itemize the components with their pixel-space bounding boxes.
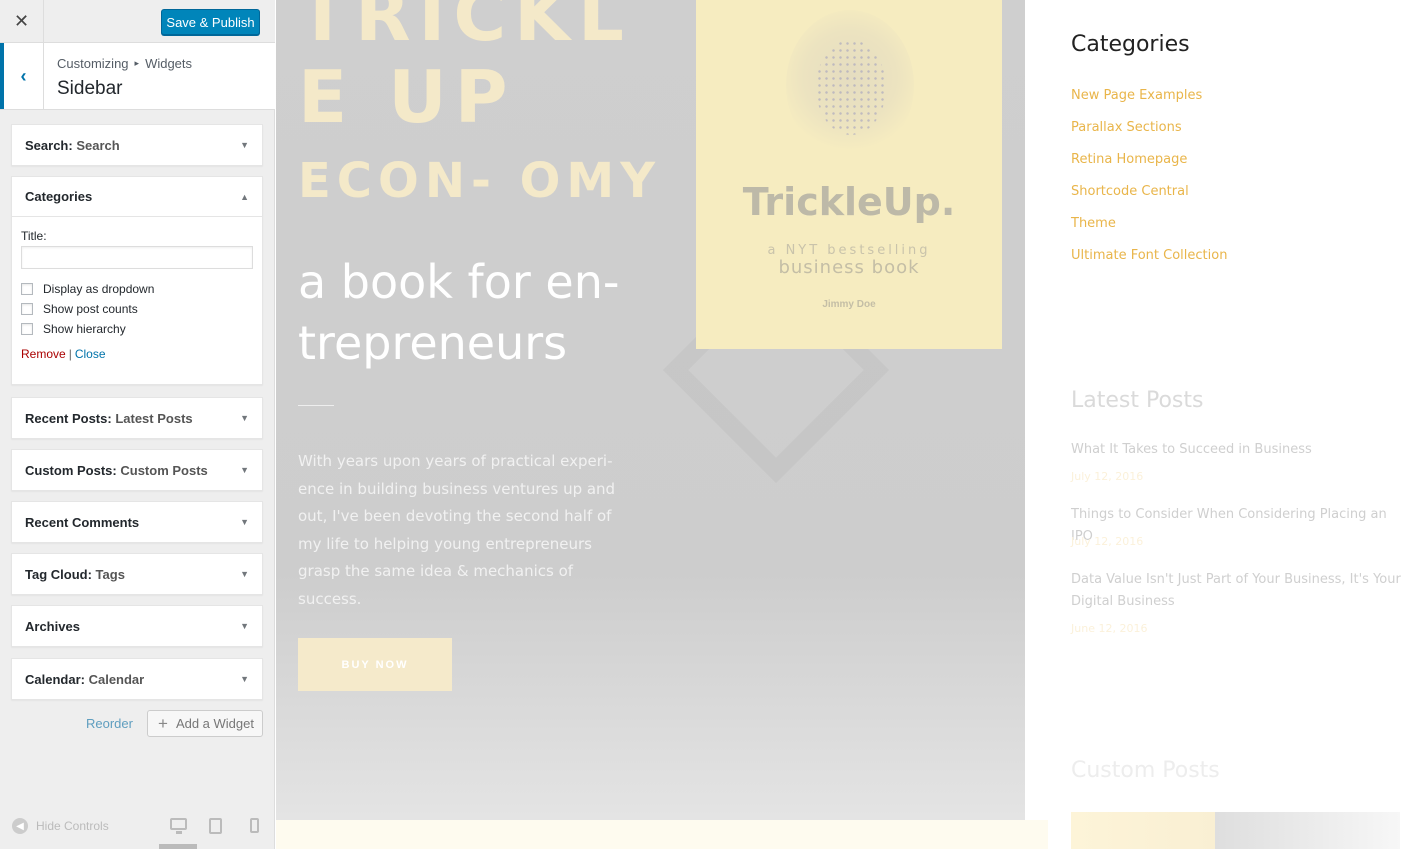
remove-link[interactable]: Remove [21, 347, 66, 361]
custom-post-thumbnail[interactable] [1215, 812, 1400, 849]
hide-controls-label: Hide Controls [36, 819, 109, 833]
customizer-header: ✕ Save & Publish [0, 0, 275, 43]
checkbox-display-dropdown[interactable]: Display as dropdown [21, 279, 253, 299]
tablet-preview-icon[interactable] [209, 818, 222, 834]
custom-posts-heading: Custom Posts [1071, 758, 1220, 783]
category-link[interactable]: Ultimate Font Collection [1071, 248, 1227, 263]
widget-calendar[interactable]: Calendar: Calendar ▼ [11, 658, 263, 700]
breadcrumb-customizing: Customizing [57, 56, 129, 71]
breadcrumb: Customizing ▸ Widgets [57, 56, 192, 71]
post-date: July 12, 2016 [1071, 535, 1144, 548]
plus-icon: + [158, 713, 168, 733]
category-link[interactable]: Retina Homepage [1071, 152, 1187, 167]
widget-title: Search [76, 137, 120, 153]
post-link[interactable]: Data Value Isn't Just Part of Your Busin… [1071, 569, 1411, 613]
book-author: Jimmy Doe [822, 299, 876, 310]
widget-name: Categories [25, 189, 93, 204]
widget-name: Tag Cloud [25, 566, 88, 582]
widget-recent-comments[interactable]: Recent Comments ▼ [11, 501, 263, 543]
hide-controls-button[interactable]: ◀ Hide Controls [12, 818, 109, 834]
title-label: Title: [21, 229, 47, 243]
hero-subtitle: a book for en- trepreneurs [298, 255, 620, 370]
widget-title: Calendar [88, 671, 145, 687]
widget-title: Tags [95, 566, 125, 582]
desktop-preview-icon[interactable] [170, 818, 187, 834]
book-tagline-2: business book [778, 257, 920, 278]
post-date: June 12, 2016 [1071, 622, 1148, 635]
buy-now-button[interactable]: BUY NOW [298, 638, 452, 691]
hero-section: TRICKL E UP ECON- OMY a book for en- tre… [276, 0, 1025, 820]
category-link[interactable]: New Page Examples [1071, 88, 1202, 103]
widget-search[interactable]: Search: Search ▼ [11, 124, 263, 166]
checkbox-show-post-counts[interactable]: Show post counts [21, 299, 253, 319]
book-tagline: a NYT bestselling [767, 243, 931, 258]
widget-name: Recent Comments [25, 514, 140, 530]
category-link[interactable]: Shortcode Central [1071, 184, 1189, 199]
category-link[interactable]: Parallax Sections [1071, 120, 1182, 135]
next-section-strip [276, 820, 1048, 849]
expand-arrow-icon[interactable]: ▼ [240, 674, 249, 684]
widget-title: Custom Posts [120, 462, 208, 478]
widget-recent-posts[interactable]: Recent Posts: Latest Posts ▼ [11, 397, 263, 439]
add-widget-button[interactable]: + Add a Widget [147, 710, 263, 737]
checkbox[interactable] [21, 323, 33, 335]
checkbox-label: Show hierarchy [43, 322, 126, 336]
breadcrumb-separator-icon: ▸ [134, 58, 140, 68]
expand-arrow-icon[interactable]: ▼ [240, 621, 249, 631]
widget-name: Recent Posts [25, 410, 108, 426]
collapse-arrow-icon[interactable]: ▲ [240, 192, 249, 202]
title-input[interactable] [21, 246, 253, 269]
site-preview: TRICKL E UP ECON- OMY a book for en- tre… [276, 0, 1419, 849]
widget-custom-posts[interactable]: Custom Posts: Custom Posts ▼ [11, 449, 263, 491]
expand-arrow-icon[interactable]: ▼ [240, 569, 249, 579]
expand-arrow-icon[interactable]: ▼ [240, 465, 249, 475]
widget-title: Latest Posts [115, 410, 193, 426]
section-header: ‹ Customizing ▸ Widgets Sidebar [0, 43, 275, 110]
hero-headline-2: ECON- OMY [298, 153, 661, 209]
widget-archives[interactable]: Archives ▼ [11, 605, 263, 647]
checkbox-label: Show post counts [43, 302, 138, 316]
checkbox[interactable] [21, 283, 33, 295]
widget-categories[interactable]: Categories ▲ Title: Display as dropdown … [11, 176, 263, 385]
divider [298, 405, 334, 406]
checkbox[interactable] [21, 303, 33, 315]
category-link[interactable]: Theme [1071, 216, 1116, 231]
back-arrow-icon[interactable]: ‹ [0, 43, 44, 109]
collapse-arrow-icon: ◀ [12, 818, 28, 834]
save-publish-button[interactable]: Save & Publish [161, 9, 260, 35]
widget-name: Calendar [25, 671, 81, 687]
checkbox-label: Display as dropdown [43, 282, 155, 296]
widget-name: Custom Posts [25, 462, 113, 478]
latest-posts-heading: Latest Posts [1071, 388, 1204, 413]
reorder-link[interactable]: Reorder [86, 716, 133, 731]
customizer-footer: ◀ Hide Controls [0, 804, 275, 849]
categories-widget-form: Title: Display as dropdown Show post cou… [12, 217, 262, 371]
widget-tag-cloud[interactable]: Tag Cloud: Tags ▼ [11, 553, 263, 595]
checkbox-show-hierarchy[interactable]: Show hierarchy [21, 319, 253, 339]
expand-arrow-icon[interactable]: ▼ [240, 413, 249, 423]
book-title: TrickleUp. [742, 180, 956, 224]
hero-body-text: With years upon years of practical exper… [298, 452, 616, 608]
section-title: Sidebar [57, 78, 123, 99]
post-date: July 12, 2016 [1071, 470, 1144, 483]
widget-name: Archives [25, 618, 80, 634]
expand-arrow-icon[interactable]: ▼ [240, 517, 249, 527]
categories-heading: Categories [1071, 32, 1190, 57]
custom-post-thumbnail[interactable] [1071, 812, 1215, 849]
globe-dots-graphic [816, 40, 886, 135]
post-link[interactable]: What It Takes to Succeed in Business [1071, 439, 1411, 461]
active-device-indicator [159, 844, 197, 849]
separator: | [68, 347, 72, 361]
customizer-panel: ✕ Save & Publish ‹ Customizing ▸ Widgets… [0, 0, 275, 849]
close-link[interactable]: Close [75, 347, 106, 361]
breadcrumb-widgets: Widgets [145, 56, 193, 71]
close-icon[interactable]: ✕ [0, 0, 44, 43]
add-widget-label: Add a Widget [175, 716, 254, 731]
hero-headline: TRICKL E UP [298, 0, 632, 139]
widget-name: Search [25, 137, 69, 153]
expand-arrow-icon[interactable]: ▼ [240, 140, 249, 150]
book-cover: TrickleUp. a NYT bestselling business bo… [696, 0, 1002, 349]
mobile-preview-icon[interactable] [250, 818, 259, 833]
